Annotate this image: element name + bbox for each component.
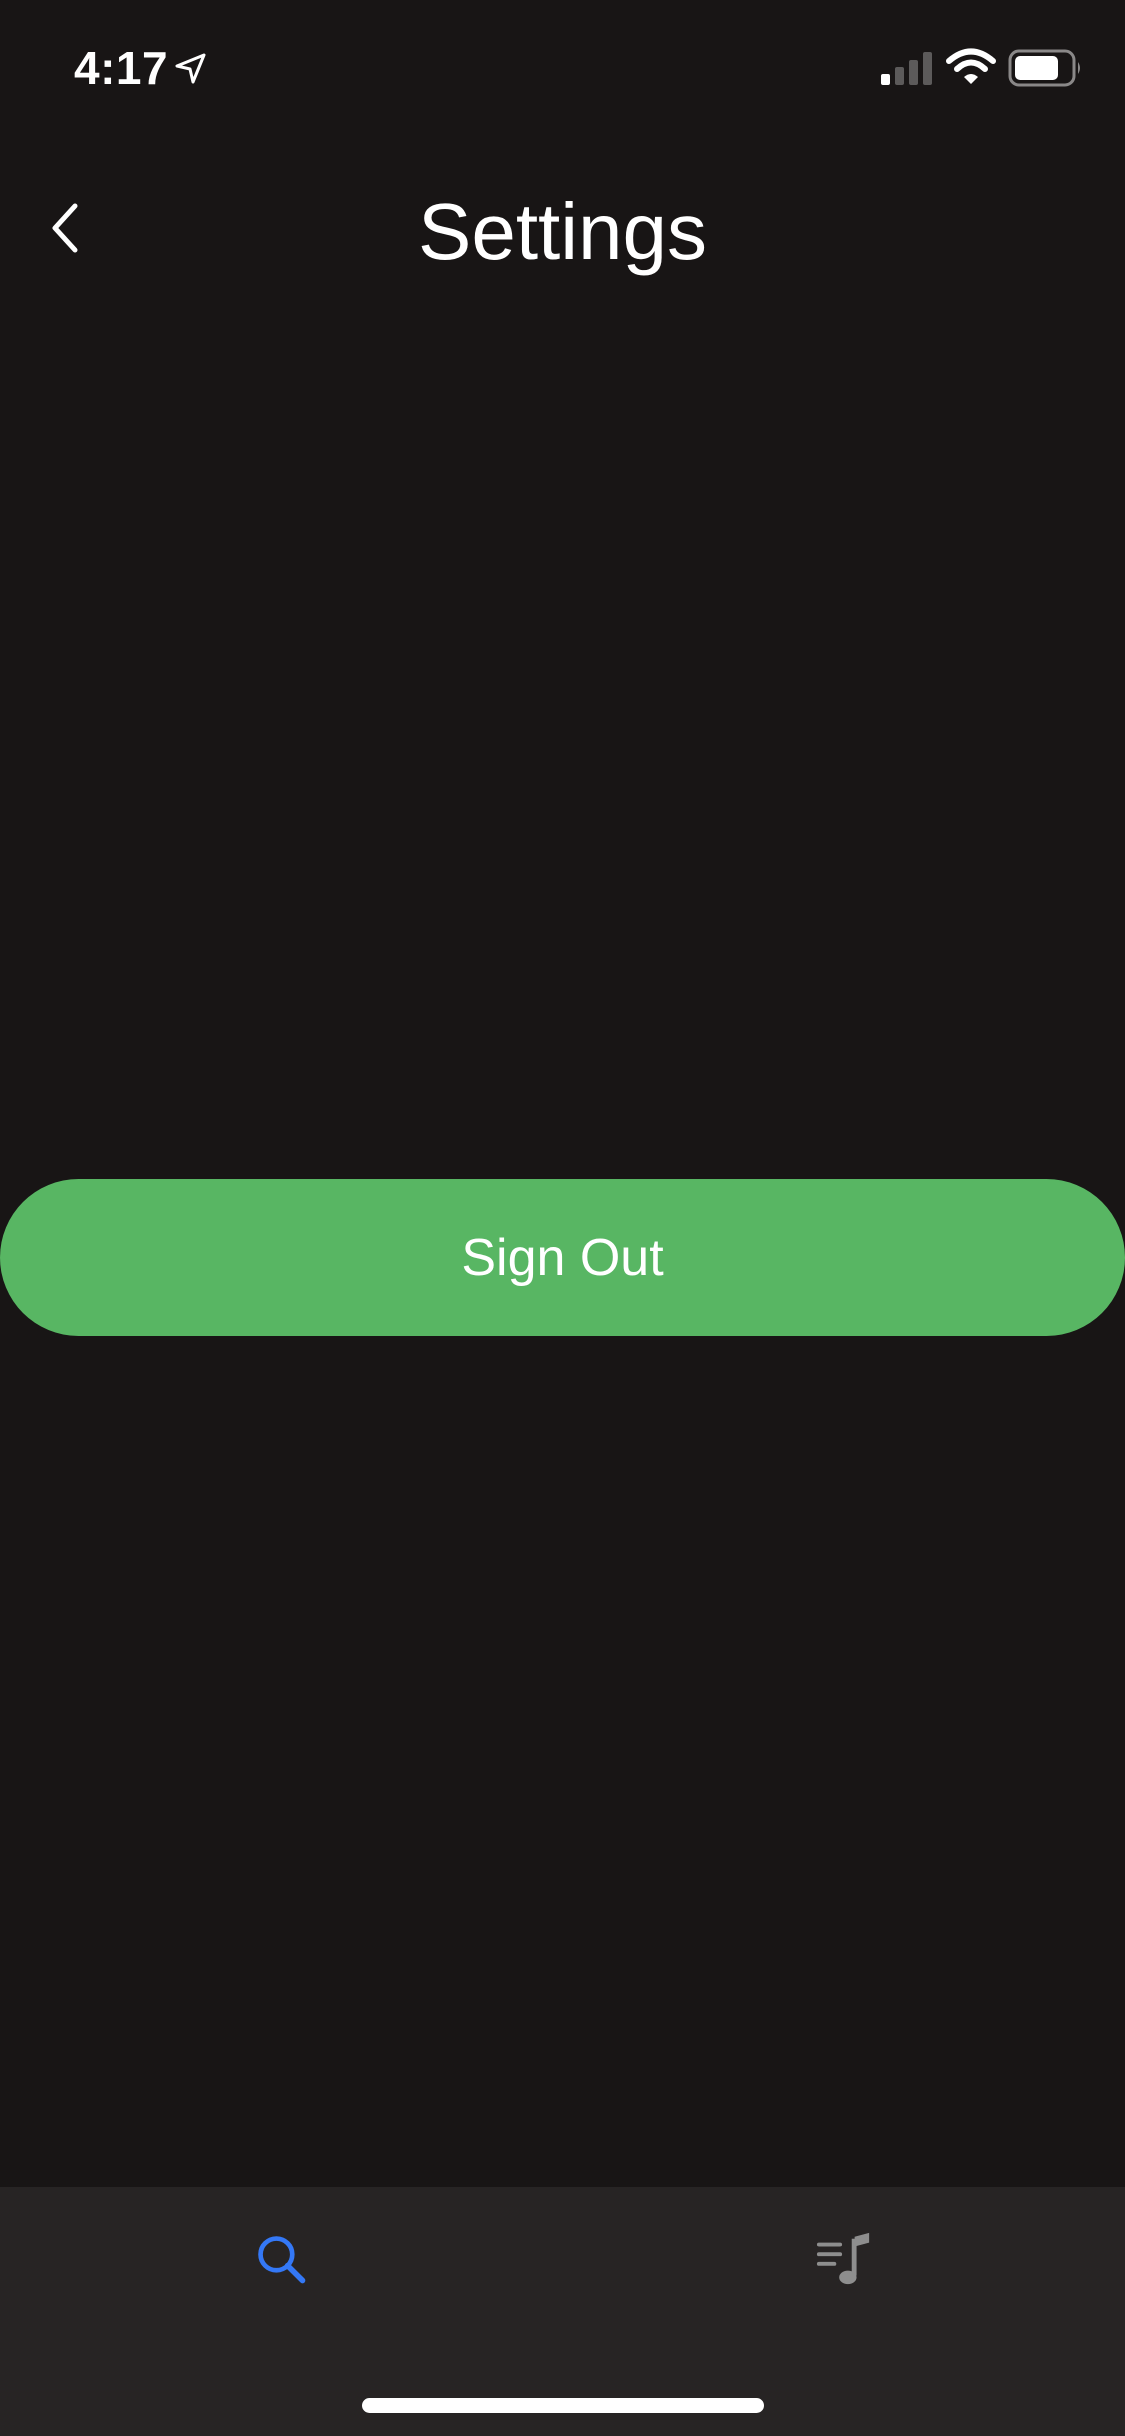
status-bar: 4:17 — [0, 0, 1125, 132]
location-arrow-icon — [174, 52, 208, 86]
page-title: Settings — [417, 187, 708, 276]
search-icon — [254, 2232, 310, 2293]
tab-search[interactable] — [222, 2207, 342, 2317]
cellular-signal-icon — [880, 50, 934, 86]
sign-out-button[interactable]: Sign Out — [0, 1179, 1125, 1336]
home-indicator[interactable] — [362, 2398, 764, 2413]
status-time: 4:17 — [74, 42, 169, 94]
battery-icon — [1008, 48, 1084, 88]
navigation-bar: Settings — [0, 160, 1125, 300]
tab-playlist[interactable] — [784, 2207, 904, 2317]
tab-bar — [0, 2187, 1125, 2436]
wifi-icon — [946, 48, 996, 86]
music-playlist-icon — [815, 2231, 873, 2294]
